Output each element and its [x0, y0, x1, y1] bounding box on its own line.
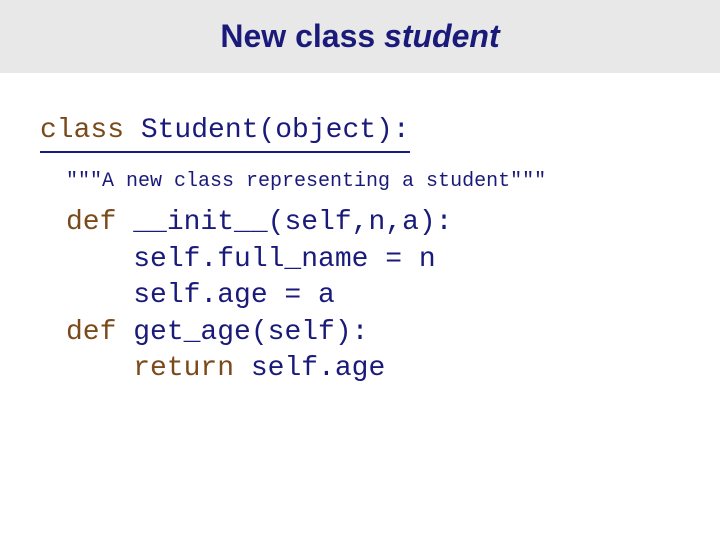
- class-declaration: class Student(object):: [40, 113, 410, 153]
- title-bar: New class student: [0, 0, 720, 73]
- docstring: """A new class representing a student""": [66, 169, 680, 195]
- title-prefix: New class: [220, 18, 384, 54]
- code-line-age: self.age = a: [66, 280, 335, 311]
- return-rest: self.age: [234, 353, 385, 384]
- title-italic: student: [384, 18, 500, 54]
- getage-signature: get_age(self):: [116, 317, 368, 348]
- def-keyword-1: def: [66, 207, 116, 238]
- def-keyword-2: def: [66, 317, 116, 348]
- code-area: class Student(object): """A new class re…: [0, 73, 720, 387]
- class-rest: Student(object):: [124, 115, 410, 146]
- slide-title: New class student: [0, 18, 720, 55]
- code-body: def __init__(self,n,a): self.full_name =…: [66, 205, 680, 387]
- class-keyword: class: [40, 115, 124, 146]
- init-signature: __init__(self,n,a):: [116, 207, 452, 238]
- code-line-fullname: self.full_name = n: [66, 244, 436, 275]
- return-keyword: return: [66, 353, 234, 384]
